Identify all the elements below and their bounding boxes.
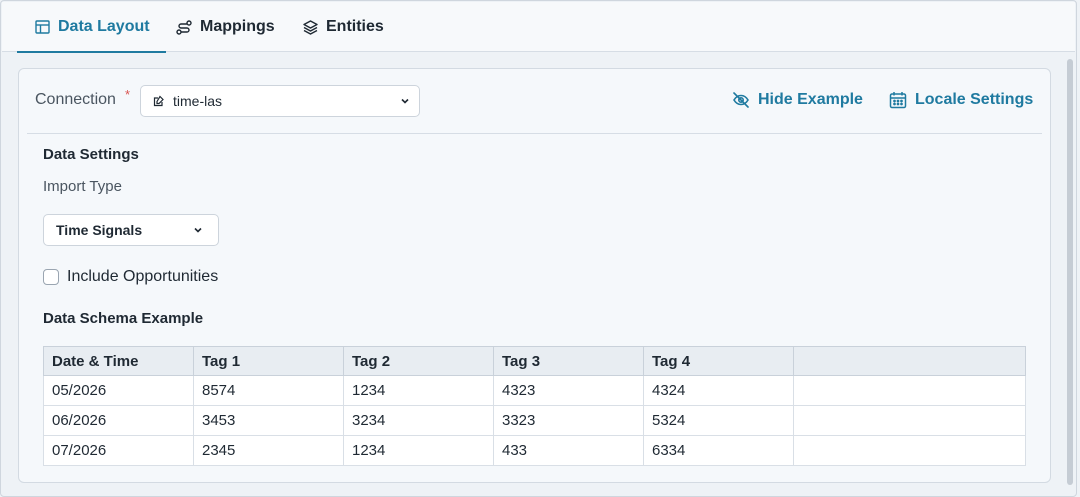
chevron-down-icon xyxy=(401,98,409,104)
table-cell xyxy=(793,375,1026,406)
data-settings-title: Data Settings xyxy=(43,146,139,163)
import-type-value: Time Signals xyxy=(56,222,143,238)
table-row: 07/2026 2345 1234 433 6334 xyxy=(43,435,1026,466)
table-cell: 6334 xyxy=(643,435,794,466)
table-cell: 8574 xyxy=(193,375,344,406)
table-cell: 4324 xyxy=(643,375,794,406)
table-cell: 4323 xyxy=(493,375,644,406)
table-row: 06/2026 3453 3234 3323 5324 xyxy=(43,405,1026,436)
scrollbar[interactable] xyxy=(1067,59,1073,485)
layers-icon xyxy=(303,19,318,35)
table-cell: 433 xyxy=(493,435,644,466)
tab-mappings[interactable]: Mappings xyxy=(176,2,275,52)
table-cell: 5324 xyxy=(643,405,794,436)
tab-label: Mappings xyxy=(200,18,275,35)
chevron-down-icon xyxy=(194,227,202,233)
hide-example-label: Hide Example xyxy=(758,91,863,108)
column-header: Tag 3 xyxy=(493,346,644,376)
include-opportunities-label: Include Opportunities xyxy=(67,268,219,285)
column-header: Tag 4 xyxy=(643,346,794,376)
include-opportunities-checkbox[interactable] xyxy=(43,269,59,285)
divider xyxy=(27,133,1042,134)
import-type-select[interactable]: Time Signals xyxy=(43,214,219,246)
table-cell: 3453 xyxy=(193,405,344,436)
connection-select[interactable]: time-las xyxy=(140,85,420,117)
table-cell xyxy=(793,405,1026,436)
data-layout-card: Connection * time-las Hide Example Local… xyxy=(18,68,1051,483)
table-row: 05/2026 8574 1234 4323 4324 xyxy=(43,375,1026,406)
tab-label: Entities xyxy=(326,18,384,35)
app-frame: Data Layout Mappings Entities Connection… xyxy=(0,0,1077,497)
table-cell: 3323 xyxy=(493,405,644,436)
table-cell: 05/2026 xyxy=(43,375,194,406)
tab-entities[interactable]: Entities xyxy=(303,2,384,52)
calendar-icon xyxy=(889,92,907,109)
table-cell: 2345 xyxy=(193,435,344,466)
connection-label: Connection xyxy=(35,91,116,108)
tab-bar: Data Layout Mappings Entities xyxy=(2,2,1075,53)
table-icon xyxy=(35,20,50,34)
connection-value: time-las xyxy=(173,93,223,109)
column-header: Tag 1 xyxy=(193,346,344,376)
locale-settings-button[interactable]: Locale Settings xyxy=(889,91,1033,109)
column-header: Date & Time xyxy=(43,346,194,376)
route-icon xyxy=(176,19,192,35)
import-type-label: Import Type xyxy=(43,178,122,195)
edit-icon xyxy=(153,95,164,107)
table-cell: 3234 xyxy=(343,405,494,436)
tab-data-layout[interactable]: Data Layout xyxy=(17,2,166,53)
include-opportunities-row[interactable]: Include Opportunities xyxy=(43,268,218,286)
locale-settings-label: Locale Settings xyxy=(915,91,1034,108)
eye-off-icon xyxy=(733,92,749,108)
column-header: Tag 2 xyxy=(343,346,494,376)
table-cell xyxy=(793,435,1026,466)
schema-table: Date & Time Tag 1 Tag 2 Tag 3 Tag 4 05/2… xyxy=(43,346,1026,466)
table-cell: 1234 xyxy=(343,375,494,406)
table-header-row: Date & Time Tag 1 Tag 2 Tag 3 Tag 4 xyxy=(43,346,1026,376)
table-cell: 1234 xyxy=(343,435,494,466)
tab-label: Data Layout xyxy=(58,18,150,35)
table-cell: 07/2026 xyxy=(43,435,194,466)
table-cell: 06/2026 xyxy=(43,405,194,436)
column-header xyxy=(793,346,1026,376)
required-marker: * xyxy=(125,87,131,102)
hide-example-button[interactable]: Hide Example xyxy=(732,91,863,109)
data-schema-title: Data Schema Example xyxy=(43,310,204,327)
